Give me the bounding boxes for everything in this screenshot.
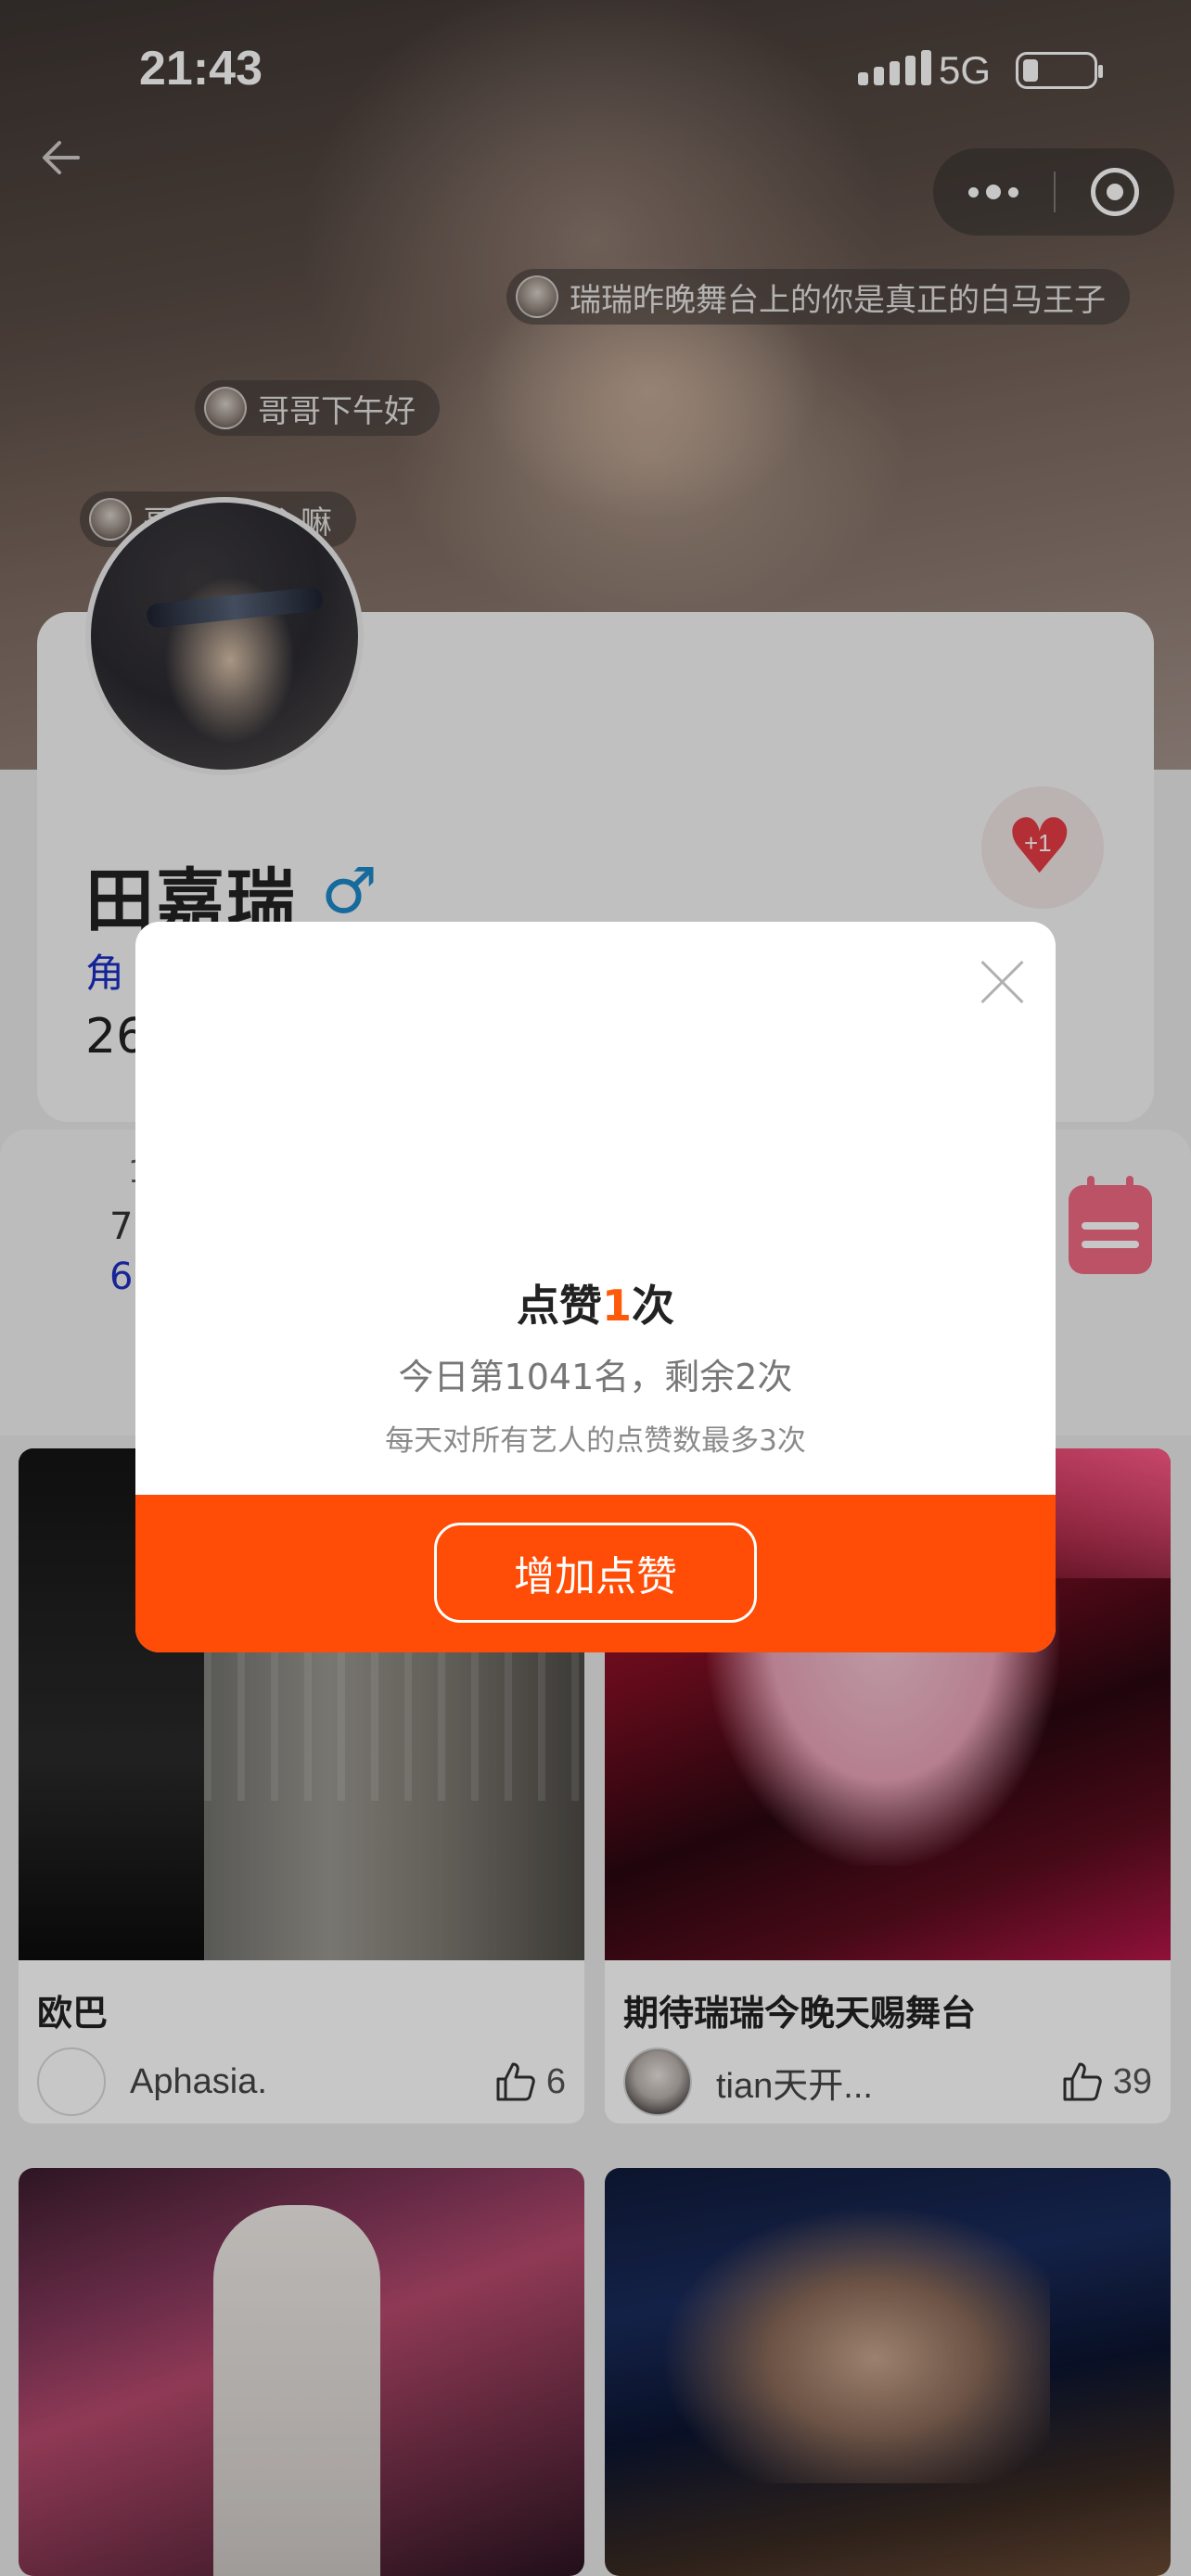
close-icon[interactable] <box>974 953 1030 1009</box>
dialog-rank-text: 今日第1041名，剩余2次 <box>398 1357 793 1397</box>
like-dialog: 点赞1次 今日第1041名，剩余2次 每天对所有艺人的点赞数最多3次 增加点赞 <box>135 922 1056 1652</box>
dialog-note: 每天对所有艺人的点赞数最多3次 <box>385 1424 806 1458</box>
title-count: 1 <box>601 1281 632 1331</box>
dialog-title: 点赞1次 <box>135 1272 1056 1333</box>
title-prefix: 点赞 <box>516 1281 602 1331</box>
add-likes-button[interactable]: 增加点赞 <box>434 1523 757 1623</box>
title-suffix: 次 <box>632 1281 674 1331</box>
dialog-footer: 增加点赞 <box>135 1495 1056 1652</box>
